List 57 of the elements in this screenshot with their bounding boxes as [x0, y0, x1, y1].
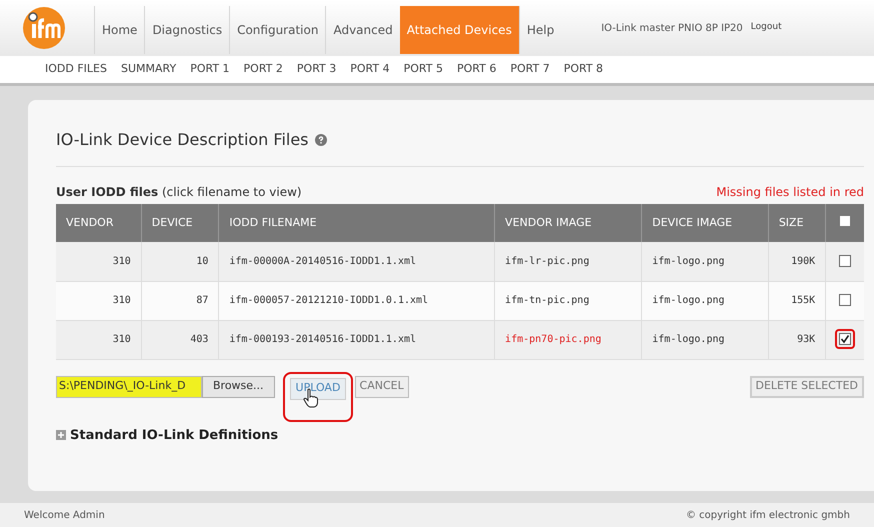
table-cell: ifm-pn70-pic.png — [494, 320, 642, 359]
section-heading[interactable]: Standard IO-Link Definitions — [70, 426, 278, 445]
nav-tab[interactable]: Diagnostics — [144, 6, 230, 54]
section-label: User IODD files (click filename to view) — [56, 184, 302, 201]
table-cell: 93K — [768, 320, 826, 359]
subnav-link[interactable]: PORT 3 — [296, 61, 336, 78]
nav-tab[interactable]: Help — [518, 6, 562, 54]
column-header: VENDOR — [56, 204, 142, 242]
row-checkbox[interactable] — [839, 333, 852, 346]
browse-button[interactable]: Browse... — [202, 376, 275, 398]
help-icon[interactable] — [314, 134, 327, 146]
table-cell: 190K — [768, 242, 826, 281]
subnav-link[interactable]: PORT 7 — [510, 61, 550, 78]
select-all-checkbox[interactable] — [840, 216, 850, 226]
table-cell: 403 — [141, 320, 219, 359]
subnav-link[interactable]: PORT 8 — [564, 61, 604, 78]
table-cell: ifm-logo.png — [642, 242, 768, 281]
column-header: VENDOR IMAGE — [494, 204, 642, 242]
table-cell: 310 — [56, 320, 142, 359]
nav-tab[interactable]: Home — [94, 6, 144, 54]
table-cell: ifm-logo.png — [642, 320, 768, 359]
column-header: IODD FILENAME — [218, 204, 495, 242]
filename-link[interactable]: ifm-000057-20121210-IODD1.0.1.xml — [218, 281, 495, 320]
subnav-link[interactable]: PORT 1 — [190, 61, 230, 78]
filename-link[interactable]: ifm-00000A-20140516-IODD1.1.xml — [218, 242, 495, 281]
nav-tab[interactable]: Configuration — [229, 6, 326, 54]
subnav-link[interactable]: IODD FILES — [45, 61, 107, 78]
filename-link[interactable]: ifm-000193-20140516-IODD1.1.xml — [218, 320, 495, 359]
welcome-text: Welcome Admin — [24, 508, 105, 522]
subnav-link[interactable]: PORT 5 — [404, 61, 443, 78]
table-cell: ifm-lr-pic.png — [494, 242, 642, 281]
file-path-field[interactable]: S:\PENDING\_IO-Link_D — [56, 376, 202, 398]
table-cell: 87 — [141, 281, 219, 320]
device-name: IO-Link master PNIO 8P IP20 — [601, 22, 743, 36]
expand-icon[interactable] — [56, 430, 66, 440]
delete-selected-button[interactable]: DELETE SELECTED — [750, 376, 864, 398]
subnav-link[interactable]: SUMMARY — [120, 61, 176, 78]
copyright-text: © copyright ifm electronic gmbh — [686, 508, 850, 522]
subnav-link[interactable]: PORT 6 — [456, 61, 496, 78]
table-cell: 310 — [56, 281, 142, 320]
column-header: SIZE — [768, 204, 826, 242]
row-checkbox[interactable] — [839, 294, 852, 306]
table-cell: ifm-tn-pic.png — [494, 281, 642, 320]
subnav-link[interactable]: PORT 2 — [244, 61, 283, 78]
column-header: DEVICE — [141, 204, 219, 242]
column-header: DEVICE IMAGE — [642, 204, 768, 242]
row-checkbox[interactable] — [839, 254, 852, 266]
logout-link[interactable]: Logout — [750, 21, 782, 35]
subnav-link[interactable]: PORT 4 — [350, 61, 390, 78]
table-cell: 310 — [56, 242, 142, 281]
logo-icon — [22, 6, 66, 50]
page-title: IO-Link Device Description Files — [56, 129, 309, 151]
missing-files-note: Missing files listed in red — [716, 184, 864, 201]
table-cell: 155K — [768, 281, 826, 320]
cancel-button[interactable]: CANCEL — [354, 376, 409, 398]
table-cell: ifm-logo.png — [642, 281, 768, 320]
table-cell: 10 — [141, 242, 219, 281]
